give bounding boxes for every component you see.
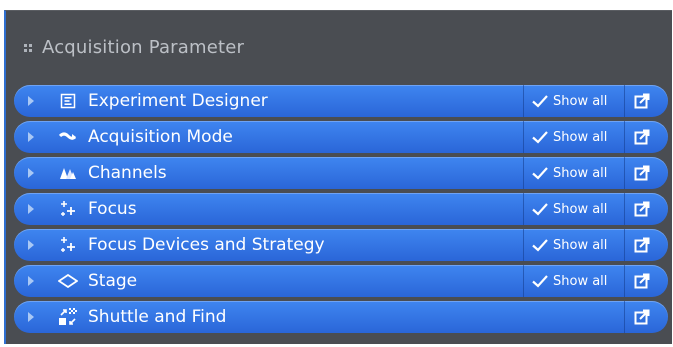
popout-icon [634, 165, 650, 181]
show-all-toggle[interactable]: Show all [523, 85, 623, 117]
tool-row-experiment-designer[interactable]: Experiment Designer Show all [14, 85, 668, 117]
popout-icon [634, 273, 650, 289]
popout-icon [634, 237, 650, 253]
show-all-label: Show all [553, 273, 608, 289]
show-all-label: Show all [553, 237, 608, 253]
acquisition-parameter-panel: Acquisition Parameter Experiment Designe… [4, 10, 672, 344]
expand-arrow-icon[interactable] [28, 312, 34, 322]
stage-icon [58, 272, 78, 290]
focus-icon [58, 200, 78, 218]
expand-arrow-icon[interactable] [28, 168, 34, 178]
popout-button[interactable] [624, 301, 659, 333]
tool-row-acquisition-mode[interactable]: Acquisition Mode Show all [14, 121, 668, 153]
tool-label: Focus [88, 199, 137, 219]
tool-row-focus[interactable]: Focus Show all [14, 193, 668, 225]
tool-row-stage[interactable]: Stage Show all [14, 265, 668, 297]
focus-devices-icon [58, 236, 78, 254]
show-all-label: Show all [553, 165, 608, 181]
checkmark-icon [532, 95, 548, 108]
tool-label: Stage [88, 271, 138, 291]
tool-label: Channels [88, 163, 167, 183]
show-all-toggle[interactable]: Show all [523, 193, 623, 225]
checkmark-icon [532, 131, 548, 144]
show-all-label: Show all [553, 93, 608, 109]
checkmark-icon [532, 275, 548, 288]
popout-button[interactable] [624, 193, 659, 225]
shuttle-find-icon [58, 308, 78, 326]
panel-header[interactable]: Acquisition Parameter [24, 37, 244, 58]
expand-arrow-icon[interactable] [28, 204, 34, 214]
checkmark-icon [532, 239, 548, 252]
checkmark-icon [532, 167, 548, 180]
expand-arrow-icon[interactable] [28, 96, 34, 106]
popout-button[interactable] [624, 121, 659, 153]
popout-icon [634, 309, 650, 325]
tool-list: Experiment Designer Show all Acquisition… [14, 85, 668, 337]
channels-icon [58, 164, 78, 182]
tool-label: Experiment Designer [88, 91, 268, 111]
checkmark-icon [532, 203, 548, 216]
show-all-toggle[interactable]: Show all [523, 121, 623, 153]
show-all-toggle[interactable]: Show all [523, 265, 623, 297]
show-all-toggle[interactable]: Show all [523, 229, 623, 261]
tool-label: Acquisition Mode [88, 127, 233, 147]
acquisition-mode-icon [58, 128, 78, 146]
popout-button[interactable] [624, 265, 659, 297]
tool-label: Shuttle and Find [88, 307, 227, 327]
popout-button[interactable] [624, 229, 659, 261]
expand-arrow-icon[interactable] [28, 132, 34, 142]
expand-arrow-icon[interactable] [28, 276, 34, 286]
popout-icon [634, 93, 650, 109]
expand-arrow-icon[interactable] [28, 240, 34, 250]
popout-icon [634, 201, 650, 217]
drag-grip-icon[interactable] [24, 43, 32, 52]
tool-row-focus-devices-and-strategy[interactable]: Focus Devices and Strategy Show all [14, 229, 668, 261]
popout-button[interactable] [624, 85, 659, 117]
tool-row-shuttle-and-find[interactable]: Shuttle and Find [14, 301, 668, 333]
tool-label: Focus Devices and Strategy [88, 235, 325, 255]
popout-button[interactable] [624, 157, 659, 189]
show-all-label: Show all [553, 129, 608, 145]
show-all-toggle[interactable]: Show all [523, 157, 623, 189]
popout-icon [634, 129, 650, 145]
panel-title: Acquisition Parameter [42, 37, 245, 58]
tool-row-channels[interactable]: Channels Show all [14, 157, 668, 189]
experiment-designer-icon [58, 92, 78, 110]
show-all-label: Show all [553, 201, 608, 217]
